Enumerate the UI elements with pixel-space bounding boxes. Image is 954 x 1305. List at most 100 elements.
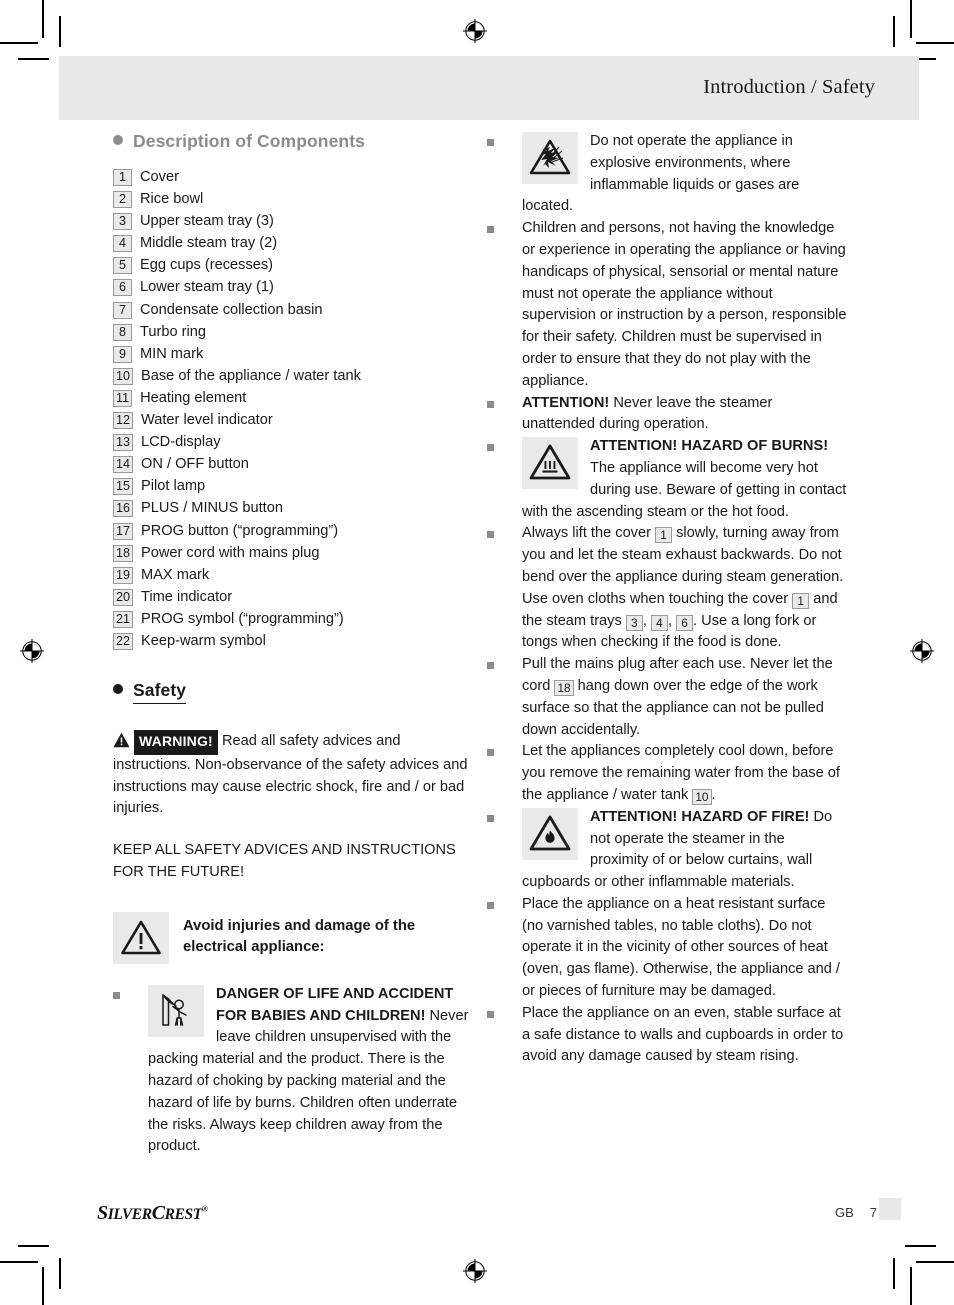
component-ref-box: 1 xyxy=(792,592,810,609)
footer-page-marker xyxy=(879,1198,901,1220)
footer-page-number: 7 xyxy=(869,1205,877,1220)
component-list-item: 21 PROG symbol (“programming”) xyxy=(113,608,473,630)
square-bullet-icon xyxy=(487,901,494,909)
registration-mark-top xyxy=(463,19,487,43)
registration-mark-bottom xyxy=(463,1259,487,1283)
component-label: PLUS / MINUS button xyxy=(141,500,283,517)
component-number-box: 17 xyxy=(113,522,134,540)
list-item-body: Place the appliance on a heat resistant … xyxy=(522,895,840,1000)
warning-triangle-icon xyxy=(113,732,130,748)
component-list-item: 10 Base of the appliance / water tank xyxy=(113,365,473,387)
component-label: PROG symbol (“programming”) xyxy=(141,610,344,627)
component-number-box: 10 xyxy=(113,367,134,385)
component-label: Time indicator xyxy=(141,588,233,605)
component-list-item: 13 LCD-display xyxy=(113,431,473,453)
keep-notice: KEEP ALL SAFETY ADVICES AND INSTRUCTIONS… xyxy=(113,842,456,881)
warning-paragraph: WARNING! Read all safety advices and ins… xyxy=(113,730,473,820)
component-number-box: 13 xyxy=(113,434,134,452)
component-list-item: 5 Egg cups (recesses) xyxy=(113,254,473,276)
section-heading-safety: Safety xyxy=(113,680,473,705)
crop-mark-tl-h xyxy=(0,42,38,44)
component-label: Heating element xyxy=(140,389,247,406)
component-number-box: 11 xyxy=(113,389,133,407)
list-item: DANGER OF LIFE AND ACCI­DENT FOR BABIES … xyxy=(113,984,473,1158)
crop-mark-tl-h2 xyxy=(18,58,49,60)
component-list-item: 15 Pilot lamp xyxy=(113,475,473,497)
component-list-item: 7 Condensate collection basin xyxy=(113,299,473,321)
component-ref-box: 6 xyxy=(676,614,694,631)
component-number-box: 2 xyxy=(113,191,132,209)
component-label: Base of the appliance / water tank xyxy=(141,367,361,384)
component-list-item: 11 Heating element xyxy=(113,387,473,409)
brand-logo: SILVERCREST® xyxy=(97,1202,208,1225)
square-bullet-icon xyxy=(487,226,494,234)
crop-mark-br-h xyxy=(916,1261,954,1263)
square-bullet-icon xyxy=(487,749,494,757)
crop-mark-tl-v2 xyxy=(59,16,61,47)
component-number-box: 21 xyxy=(113,610,134,628)
component-label: MIN mark xyxy=(140,345,204,362)
component-list-item: 1 Cover xyxy=(113,166,473,188)
component-list-item: 22 Keep-warm symbol xyxy=(113,630,473,652)
child-packing-material-icon-plate xyxy=(148,984,204,1037)
list-item-lead: DANGER OF LIFE AND ACCI­DENT FOR BABIES … xyxy=(216,985,454,1024)
crop-mark-bl-v2 xyxy=(59,1258,61,1289)
list-item-lead: ATTENTION! xyxy=(522,394,610,411)
crop-mark-br-h2 xyxy=(905,1245,936,1247)
footer-locale: GB xyxy=(834,1205,854,1220)
component-list-item: 19 MAX mark xyxy=(113,564,473,586)
square-bullet-icon xyxy=(487,444,494,452)
child-packing-material-icon xyxy=(162,994,187,1026)
component-label: Rice bowl xyxy=(140,191,204,208)
component-list-item: 14 ON / OFF button xyxy=(113,453,473,475)
filled-circle-icon xyxy=(113,684,123,695)
component-label: Water level indicator xyxy=(141,412,273,429)
component-number-box: 15 xyxy=(113,478,134,496)
section-heading-components-label: Description of Components xyxy=(133,131,365,151)
list-item: Place the appliance on a heat resistant … xyxy=(487,894,847,1003)
component-label: Egg cups (recesses) xyxy=(140,257,274,274)
component-ref-box: 18 xyxy=(554,679,574,696)
avoid-injuries-text: Avoid injuries and damage of the electri… xyxy=(183,917,416,956)
component-ref-box: 4 xyxy=(650,614,668,631)
section-heading-safety-label: Safety xyxy=(133,680,187,705)
crop-mark-tl-v xyxy=(42,0,44,38)
list-item: Pull the mains plug after each use. Neve… xyxy=(487,654,847,741)
crop-mark-br-v2 xyxy=(893,1258,895,1289)
list-item-body: Place the appliance on an even, stable s… xyxy=(522,1004,844,1065)
component-list-item: 18 Power cord with mains plug xyxy=(113,542,473,564)
square-bullet-icon xyxy=(487,400,494,408)
component-list-item: 6 Lower steam tray (1) xyxy=(113,276,473,298)
component-label: PROG button (“programming”) xyxy=(141,522,339,539)
component-number-box: 9 xyxy=(113,345,132,363)
component-number-box: 1 xyxy=(113,169,132,186)
list-item-lead: ATTENTION! HAZARD OF FIRE! xyxy=(590,808,810,825)
component-label: Keep-warm symbol xyxy=(141,632,266,649)
list-item: Always lift the cover 1 slowly, turning … xyxy=(487,523,847,654)
component-number-box: 7 xyxy=(113,301,132,319)
square-bullet-icon xyxy=(487,139,494,146)
component-ref-box: 1 xyxy=(655,527,673,544)
component-list: 1 Cover 2 Rice bowl 3 Upper steam tray (3) 4 Mi… xyxy=(113,166,473,652)
list-item-body: Let the appliances completely cool down,… xyxy=(522,743,840,805)
component-number-box: 6 xyxy=(113,279,132,297)
list-item-body: Children and persons, not having the kno… xyxy=(522,220,847,389)
component-label: Middle steam tray (2) xyxy=(140,235,278,252)
registration-mark-right xyxy=(910,639,934,663)
component-number-box: 4 xyxy=(113,235,132,253)
component-label: Pilot lamp xyxy=(141,478,206,495)
brand-logo-first: SILVER xyxy=(97,1202,152,1224)
component-label: ON / OFF button xyxy=(141,456,249,473)
right-column: Do not operate the appliance in explosiv… xyxy=(487,131,847,1068)
component-number-box: 16 xyxy=(113,500,134,518)
page-title: Introduction / Safety xyxy=(703,76,875,98)
component-list-item: 12 Water level indicator xyxy=(113,409,473,431)
fire-hazard-icon xyxy=(529,815,571,851)
crop-mark-tr-h xyxy=(916,42,954,44)
component-list-item: 2 Rice bowl xyxy=(113,188,473,210)
square-bullet-icon xyxy=(487,814,494,822)
avoid-injuries-callout: Avoid injuries and damage of the electri… xyxy=(113,911,473,964)
component-number-box: 5 xyxy=(113,257,132,275)
component-list-item: 8 Turbo ring xyxy=(113,321,473,343)
component-list-item: 20 Time indicator xyxy=(113,586,473,608)
